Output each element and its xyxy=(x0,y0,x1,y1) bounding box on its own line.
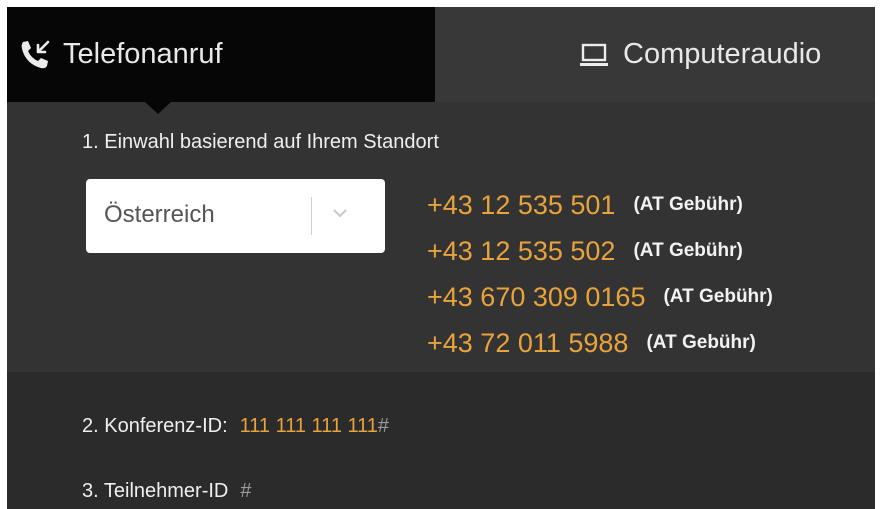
fee-label: (AT Gebühr) xyxy=(633,240,743,261)
fee-label: (AT Gebühr) xyxy=(663,286,773,307)
phone-number-link[interactable]: +43 72 011 5988 xyxy=(427,328,628,359)
tab-computeraudio-label: Computeraudio xyxy=(623,38,822,70)
fee-label: (AT Gebühr) xyxy=(646,332,756,353)
phone-row: +43 72 011 5988 (AT Gebühr) xyxy=(427,320,773,366)
tab-computeraudio[interactable]: Computeraudio xyxy=(435,7,875,102)
phone-incoming-icon xyxy=(17,37,53,73)
participant-id-row: 3. Teilnehmer-ID # xyxy=(82,480,251,503)
chevron-down-icon xyxy=(332,206,348,224)
audio-connection-panel: Telefonanruf Computeraudio 1. Einwahl ba… xyxy=(7,7,875,509)
phone-number-link[interactable]: +43 12 535 501 xyxy=(427,190,615,221)
id-section: 2. Konferenz-ID: 111 111 111 111# 3. Teil… xyxy=(7,372,875,509)
conference-id-label: 2. Konferenz-ID: xyxy=(82,415,228,437)
participant-id-hash: # xyxy=(240,480,252,502)
phone-number-link[interactable]: +43 12 535 502 xyxy=(427,236,615,267)
country-select[interactable]: Österreich xyxy=(86,179,385,253)
tab-telefonanruf[interactable]: Telefonanruf xyxy=(7,7,435,102)
phone-number-link[interactable]: +43 670 309 0165 xyxy=(427,282,645,313)
country-select-value: Österreich xyxy=(104,201,215,228)
fee-label: (AT Gebühr) xyxy=(633,194,743,215)
tab-telefonanruf-label: Telefonanruf xyxy=(63,38,223,70)
tab-bar: Telefonanruf Computeraudio xyxy=(7,7,875,102)
monitor-icon xyxy=(579,42,609,68)
dialin-step-label: 1. Einwahl basierend auf Ihrem Standort xyxy=(82,131,439,153)
conference-id-hash: # xyxy=(377,415,390,437)
phone-number-list: +43 12 535 501 (AT Gebühr) +43 12 535 50… xyxy=(427,182,773,366)
conference-id-value: 111 111 111 111 xyxy=(239,415,378,437)
phone-row: +43 12 535 502 (AT Gebühr) xyxy=(427,228,773,274)
conference-id-row: 2. Konferenz-ID: 111 111 111 111# xyxy=(82,415,389,438)
participant-id-label: 3. Teilnehmer-ID xyxy=(82,480,229,502)
phone-row: +43 12 535 501 (AT Gebühr) xyxy=(427,182,773,228)
phone-row: +43 670 309 0165 (AT Gebühr) xyxy=(427,274,773,320)
select-divider xyxy=(311,197,312,235)
active-tab-pointer xyxy=(145,102,171,114)
dialin-section: 1. Einwahl basierend auf Ihrem Standort … xyxy=(7,102,875,372)
